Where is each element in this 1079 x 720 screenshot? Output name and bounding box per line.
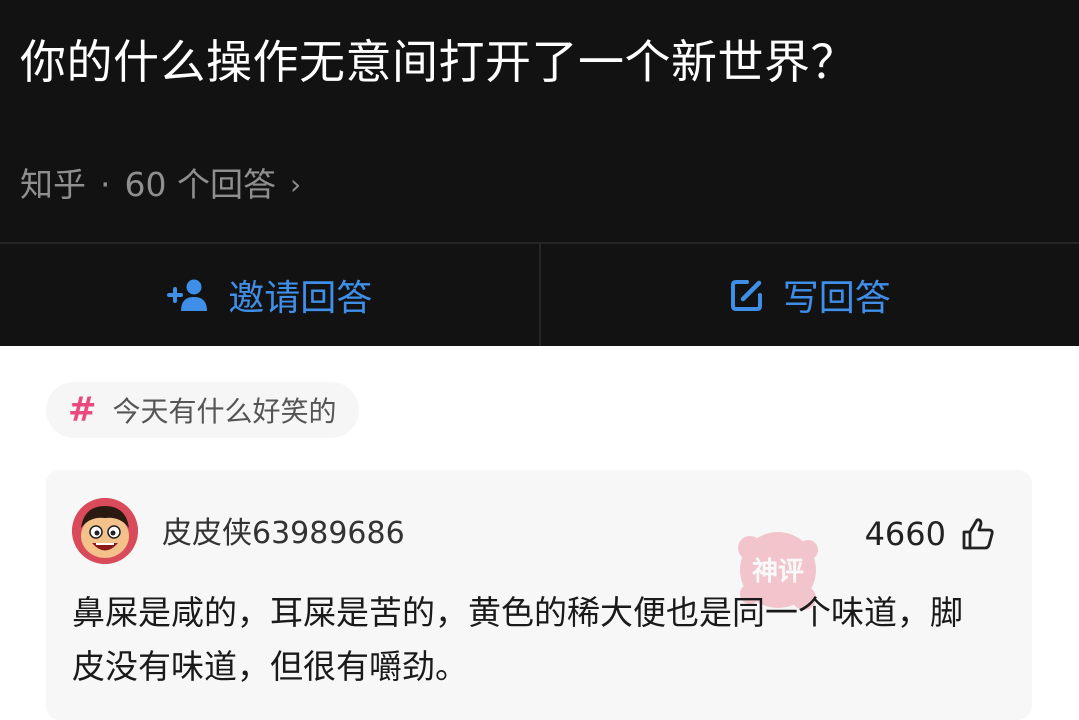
meta-separator: · — [100, 160, 111, 210]
topic-label: 今天有什么好笑的 — [113, 390, 337, 430]
write-answer-button[interactable]: 写回答 — [541, 244, 1079, 346]
answer-card[interactable]: 皮皮侠63989686 神评 4660 鼻屎是咸的，耳屎是苦的，黄色的稀大便也是… — [46, 470, 1032, 720]
like-count-value: 4660 — [865, 514, 946, 554]
source-label: 知乎 — [20, 160, 86, 210]
question-header: 你的什么操作无意间打开了一个新世界？ 知乎 · 60 个回答 › 邀请回答 写回… — [0, 0, 1079, 346]
invite-answer-button[interactable]: 邀请回答 — [0, 244, 539, 346]
topic-tag[interactable]: # 今天有什么好笑的 — [46, 382, 359, 438]
action-bar: 邀请回答 写回答 — [0, 244, 1079, 346]
question-meta[interactable]: 知乎 · 60 个回答 › — [20, 160, 301, 210]
edit-icon — [729, 277, 765, 313]
like-count[interactable]: 4660 — [865, 514, 996, 554]
invite-answer-label: 邀请回答 — [228, 269, 372, 321]
write-answer-label: 写回答 — [783, 269, 891, 321]
avatar-face-icon — [72, 498, 138, 564]
thumbs-up-icon — [960, 516, 996, 552]
hash-icon: # — [68, 390, 97, 430]
add-user-icon — [166, 278, 210, 312]
avatar[interactable] — [72, 498, 138, 564]
watermark-text: 神评 — [752, 557, 804, 587]
question-title[interactable]: 你的什么操作无意间打开了一个新世界？ — [20, 30, 857, 94]
chevron-right-icon[interactable]: › — [290, 160, 301, 210]
answer-username[interactable]: 皮皮侠63989686 — [162, 514, 405, 554]
answer-content[interactable]: 鼻屎是咸的，耳屎是苦的，黄色的稀大便也是同一个味道，脚皮没有味道，但很有嚼劲。 — [72, 586, 992, 694]
answer-count[interactable]: 60 个回答 — [125, 160, 276, 210]
